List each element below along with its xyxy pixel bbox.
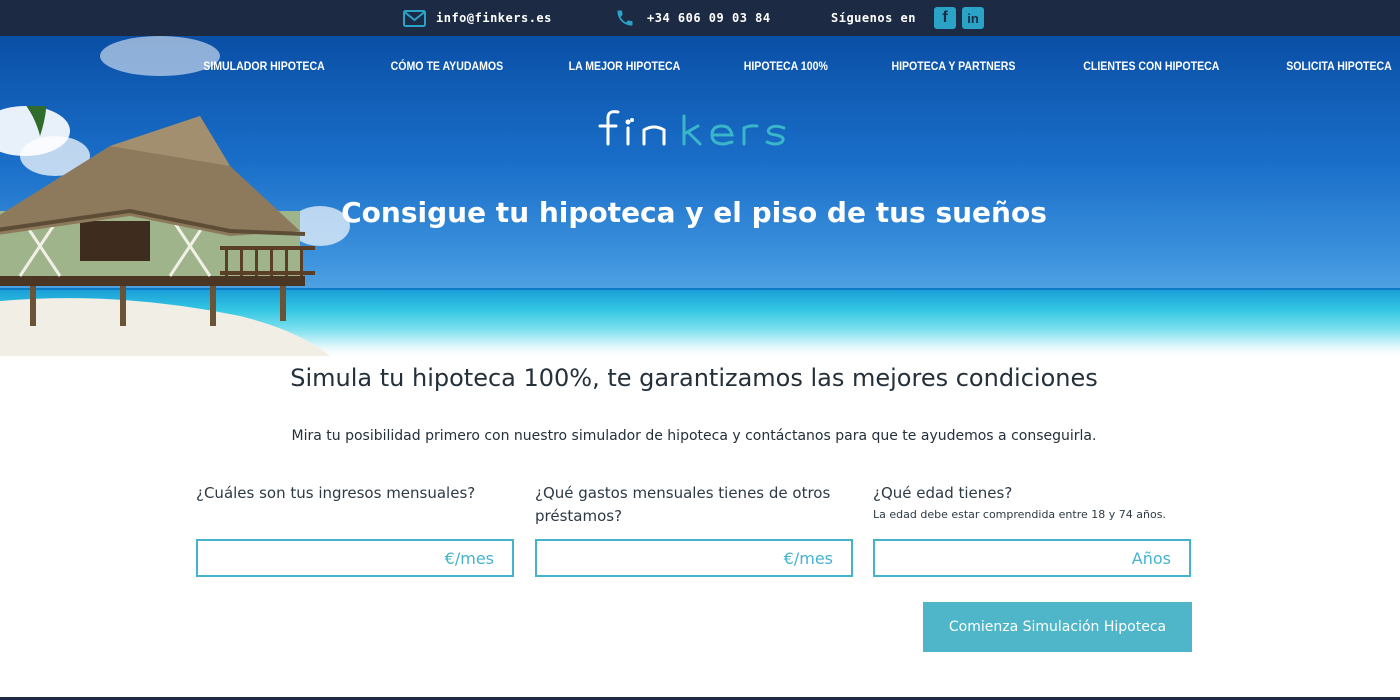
finkers-logo[interactable] <box>594 104 794 154</box>
email-link[interactable]: info@finkers.es <box>436 11 552 25</box>
top-contact-bar: info@finkers.es +34 606 09 03 84 Sígueno… <box>0 0 1400 36</box>
age-hint: La edad debe estar comprendida entre 18 … <box>873 508 1166 521</box>
nav-item-hipoteca-partners[interactable]: HIPOTECA Y PARTNERS <box>870 53 1038 79</box>
linkedin-icon[interactable]: in <box>961 7 984 29</box>
nav-item-clientes-con-hipoteca[interactable]: CLIENTES CON HIPOTECA <box>1062 53 1242 79</box>
beach-hut-image <box>0 106 330 356</box>
phone-icon <box>615 8 635 28</box>
linkedin-glyph: in <box>967 10 979 26</box>
expenses-label: ¿Qué gastos mensuales tienes de otros pr… <box>535 484 831 525</box>
expenses-input[interactable] <box>537 541 851 575</box>
simulator-title: Simula tu hipoteca 100%, te garantizamos… <box>290 364 1098 392</box>
expenses-input-wrapper <box>535 539 853 577</box>
follow-label: Síguenos en <box>831 11 916 25</box>
nav-item-como-te-ayudamos[interactable]: CÓMO TE AYUDAMOS <box>369 53 525 79</box>
nav-item-hipoteca-100[interactable]: HIPOTECA 100% <box>721 53 849 79</box>
expenses-field-group: ¿Qué gastos mensuales tienes de otros pr… <box>535 482 835 528</box>
main-nav: SIMULADOR HIPOTECA CÓMO TE AYUDAMOS LA M… <box>170 52 1391 80</box>
age-input-wrapper <box>873 539 1191 577</box>
start-simulation-button[interactable]: Comienza Simulación Hipoteca <box>923 602 1192 652</box>
hero-banner: SIMULADOR HIPOTECA CÓMO TE AYUDAMOS LA M… <box>0 36 1400 356</box>
nav-item-simulador-hipoteca[interactable]: SIMULADOR HIPOTECA <box>181 53 346 79</box>
age-label: ¿Qué edad tienes? <box>873 484 1013 502</box>
facebook-glyph: f <box>942 9 948 26</box>
age-field-group: ¿Qué edad tienes? La edad debe estar com… <box>873 482 1191 521</box>
simulator-subtitle: Mira tu posibilidad primero con nuestro … <box>291 428 1097 444</box>
social-follow: Síguenos en f in <box>831 0 984 36</box>
nav-item-la-mejor-hipoteca[interactable]: LA MEJOR HIPOTECA <box>546 53 702 79</box>
phone-number[interactable]: +34 606 09 03 84 <box>647 11 771 25</box>
income-field-group: ¿Cuáles son tus ingresos mensuales? <box>196 482 514 505</box>
income-input-wrapper <box>196 539 514 577</box>
income-input[interactable] <box>198 541 512 575</box>
income-label: ¿Cuáles son tus ingresos mensuales? <box>196 484 476 502</box>
phone-contact[interactable]: +34 606 09 03 84 <box>615 0 771 36</box>
facebook-icon[interactable]: f <box>933 7 956 29</box>
nav-item-solicita-hipoteca[interactable]: SOLICITA HIPOTECA <box>1264 53 1400 79</box>
email-contact[interactable]: info@finkers.es <box>403 0 552 36</box>
age-input[interactable] <box>875 541 1189 575</box>
envelope-icon <box>403 9 426 27</box>
hero-title: Consigue tu hipoteca y el piso de tus su… <box>341 196 1047 229</box>
